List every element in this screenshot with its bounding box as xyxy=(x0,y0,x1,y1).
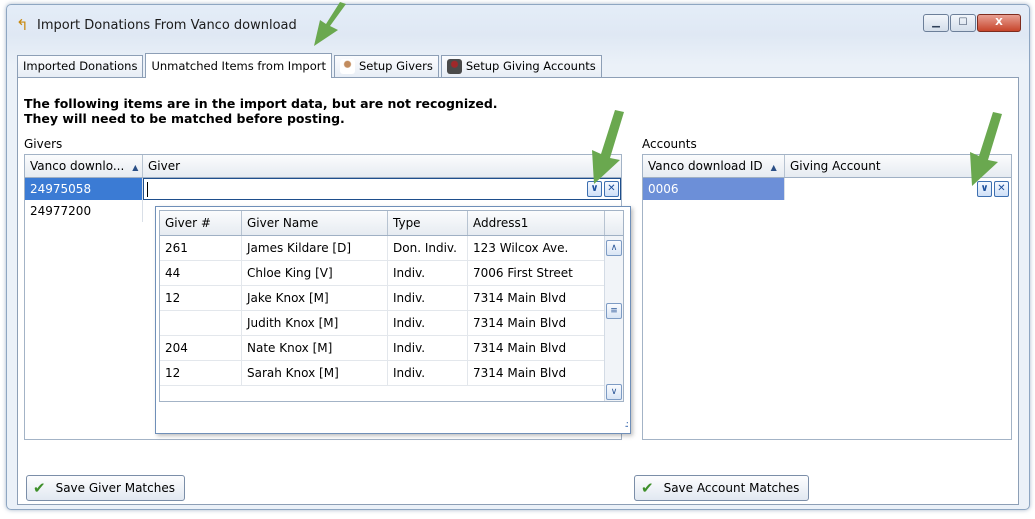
instructions-line-2: They will need to be matched before post… xyxy=(24,111,345,126)
lookup-table-header: Giver # Giver Name Type Address1 xyxy=(160,211,623,236)
unmatched-items-panel: The following items are in the import da… xyxy=(17,77,1019,505)
lookup-row[interactable]: 44 Chloe King [V] Indiv. 7006 First Street xyxy=(160,261,623,286)
tab-label: Unmatched Items from Import xyxy=(151,58,326,73)
window-title: Import Donations From Vanco download xyxy=(37,18,297,33)
resize-grip-icon[interactable]: .: xyxy=(624,419,628,430)
lookup-cell-num: 204 xyxy=(160,336,242,360)
lookup-cell-num: 44 xyxy=(160,261,242,285)
lookup-cell-type: Don. Indiv. xyxy=(388,236,468,260)
column-header-giver-name[interactable]: Giver Name xyxy=(242,211,388,235)
lookup-cell-address: 7314 Main Blvd xyxy=(468,311,605,335)
column-header-vanco-download-id[interactable]: Vanco download ID ▲ xyxy=(643,155,785,177)
button-label: Save Giver Matches xyxy=(55,481,175,495)
lookup-cell-address: 7314 Main Blvd xyxy=(468,361,605,385)
window-controls: ▁ ☐ X xyxy=(922,14,1021,32)
lookup-cell-address: 7006 First Street xyxy=(468,261,605,285)
tab-unmatched-items[interactable]: Unmatched Items from Import xyxy=(145,53,332,78)
scroll-down-icon[interactable]: ∨ xyxy=(606,384,622,400)
vanco-id-cell[interactable]: 24975058 xyxy=(25,178,143,200)
tab-setup-givers[interactable]: Setup Givers xyxy=(333,55,439,77)
column-header-label: Giving Account xyxy=(790,159,881,173)
title-bar: ↰ Import Donations From Vanco download ▁… xyxy=(7,5,1029,45)
column-header-giver[interactable]: Giver xyxy=(143,155,621,177)
account-icon xyxy=(446,59,462,74)
checkmark-icon: ✔ xyxy=(33,479,46,497)
undo-arrow-icon: ↰ xyxy=(16,16,29,34)
giver-lookup-table: Giver # Giver Name Type Address1 261 Jame… xyxy=(159,210,624,402)
column-header-vanco-id[interactable]: Vanco downlo... ▲ xyxy=(25,155,143,177)
accounts-grid-header: Vanco download ID ▲ Giving Account xyxy=(643,155,1011,178)
column-header-label: Vanco download ID xyxy=(648,159,763,173)
save-giver-matches-button[interactable]: ✔ Save Giver Matches xyxy=(26,475,185,501)
lookup-cell-name: Judith Knox [M] xyxy=(242,311,388,335)
lookup-cell-num xyxy=(160,311,242,335)
lookup-cell-num: 261 xyxy=(160,236,242,260)
accounts-grid: Vanco download ID ▲ Giving Account 0006 ∨… xyxy=(642,154,1012,440)
column-header-label: Giver xyxy=(148,159,181,173)
callout-arrow-icon xyxy=(314,2,346,46)
tab-setup-giving-accounts[interactable]: Setup Giving Accounts xyxy=(440,55,602,77)
column-header-label: Vanco downlo... xyxy=(30,159,125,173)
lookup-cell-address: 7314 Main Blvd xyxy=(468,286,605,310)
table-row[interactable]: 0006 ∨ ✕ xyxy=(643,178,1011,200)
import-donations-window: ↰ Import Donations From Vanco download ▁… xyxy=(6,4,1030,510)
givers-grid-header: Vanco downlo... ▲ Giver xyxy=(25,155,621,178)
lookup-row[interactable]: 12 Sarah Knox [M] Indiv. 7314 Main Blvd xyxy=(160,361,623,386)
vanco-id-cell[interactable]: 0006 xyxy=(643,178,785,200)
instructions-heading: The following items are in the import da… xyxy=(24,96,498,126)
lookup-cell-address: 123 Wilcox Ave. xyxy=(468,236,605,260)
lookup-cell-type: Indiv. xyxy=(388,336,468,360)
lookup-cell-num: 12 xyxy=(160,361,242,385)
lookup-cell-type: Indiv. xyxy=(388,361,468,385)
checkmark-icon: ✔ xyxy=(641,479,654,497)
scroll-up-icon[interactable]: ∧ xyxy=(606,240,622,256)
lookup-row[interactable]: Judith Knox [M] Indiv. 7314 Main Blvd xyxy=(160,311,623,336)
lookup-cell-name: Jake Knox [M] xyxy=(242,286,388,310)
tab-label: Imported Donations xyxy=(23,59,138,73)
lookup-cell-type: Indiv. xyxy=(388,286,468,310)
column-header-giver-number[interactable]: Giver # xyxy=(160,211,242,235)
tab-imported-donations[interactable]: Imported Donations xyxy=(17,55,144,77)
text-caret xyxy=(147,182,148,197)
lookup-row[interactable]: 261 James Kildare [D] Don. Indiv. 123 Wilco… xyxy=(160,236,623,261)
sort-ascending-icon: ▲ xyxy=(132,163,139,172)
callout-arrow-icon xyxy=(592,110,624,184)
accounts-section-label: Accounts xyxy=(642,137,697,151)
tab-label: Setup Giving Accounts xyxy=(465,59,596,73)
minimize-button[interactable]: ▁ xyxy=(923,14,949,32)
maximize-button[interactable]: ☐ xyxy=(950,14,976,32)
button-label: Save Account Matches xyxy=(663,481,800,495)
lookup-cell-name: Sarah Knox [M] xyxy=(242,361,388,385)
givers-section-label: Givers xyxy=(24,137,63,151)
lookup-cell-address: 7314 Main Blvd xyxy=(468,336,605,360)
close-button[interactable]: X xyxy=(977,14,1021,32)
lookup-row[interactable]: 204 Nate Knox [M] Indiv. 7314 Main Blvd xyxy=(160,336,623,361)
vanco-id-cell[interactable]: 24977200 xyxy=(25,200,143,222)
column-header-type[interactable]: Type xyxy=(388,211,468,235)
lookup-cell-num: 12 xyxy=(160,286,242,310)
lookup-cell-type: Indiv. xyxy=(388,261,468,285)
instructions-line-1: The following items are in the import da… xyxy=(24,96,498,111)
lookup-cell-type: Indiv. xyxy=(388,311,468,335)
lookup-cell-name: Chloe King [V] xyxy=(242,261,388,285)
scroll-thumb-grip-icon[interactable]: ≡ xyxy=(606,303,622,319)
callout-arrow-icon xyxy=(970,112,1002,186)
person-icon xyxy=(339,59,355,74)
tab-label: Setup Givers xyxy=(358,59,433,73)
vertical-scrollbar[interactable]: ∧ ≡ ∨ xyxy=(604,236,623,401)
lookup-row[interactable]: 12 Jake Knox [M] Indiv. 7314 Main Blvd xyxy=(160,286,623,311)
table-row[interactable]: 24975058 ∨ ✕ xyxy=(25,178,621,200)
sort-ascending-icon: ▲ xyxy=(770,163,777,172)
lookup-cell-name: Nate Knox [M] xyxy=(242,336,388,360)
lookup-cell-name: James Kildare [D] xyxy=(242,236,388,260)
lookup-rows: 261 James Kildare [D] Don. Indiv. 123 Wilco… xyxy=(160,236,623,386)
giver-lookup-input[interactable]: ∨ ✕ xyxy=(143,178,621,200)
column-header-address1[interactable]: Address1 xyxy=(468,211,605,235)
save-account-matches-button[interactable]: ✔ Save Account Matches xyxy=(634,475,810,501)
giver-lookup-dropdown: Giver # Giver Name Type Address1 261 Jame… xyxy=(155,206,631,434)
tab-strip: Imported Donations Unmatched Items from … xyxy=(17,53,604,78)
